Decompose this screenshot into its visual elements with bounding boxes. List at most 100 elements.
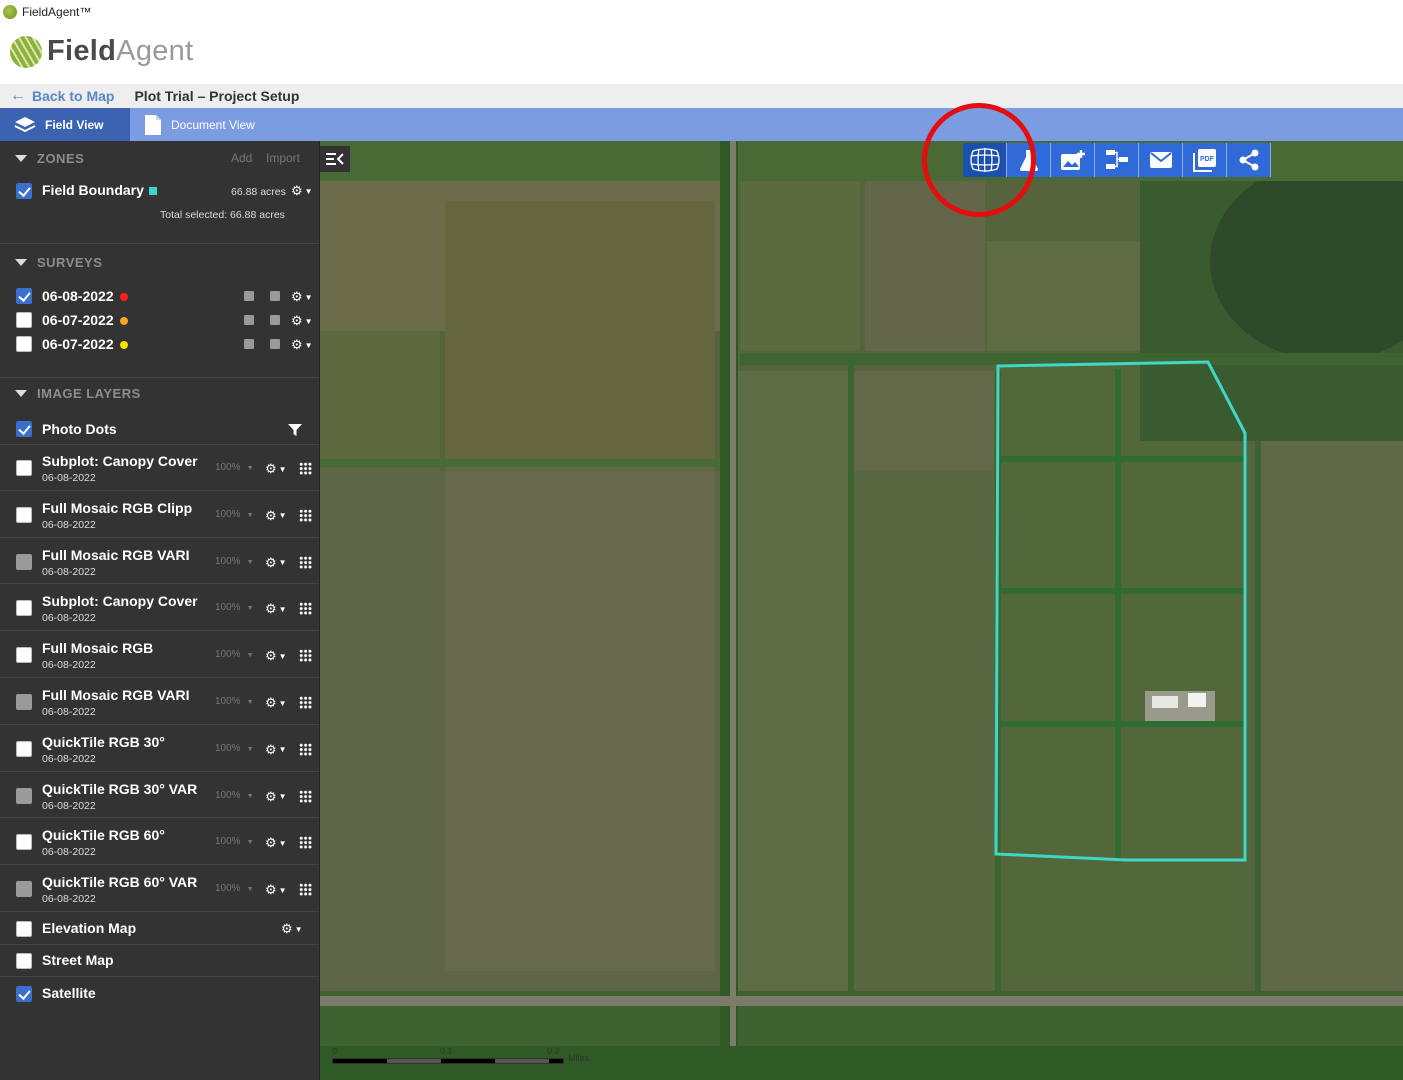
surveys-header[interactable]: SURVEYS [0, 247, 319, 277]
field-boundary-checkbox[interactable] [16, 183, 32, 199]
image-layer-checkbox[interactable] [16, 600, 32, 617]
image-layer-row[interactable]: QuickTile RGB 30° VAR 06-08-2022 100% ▼ ⚙ ▼ [0, 772, 319, 819]
grid-icon[interactable] [299, 836, 312, 850]
grid-icon[interactable] [299, 555, 312, 569]
image-layer-checkbox[interactable] [16, 506, 32, 523]
zone-settings-menu[interactable]: ⚙ ▼ [291, 183, 313, 199]
image-layer-checkbox[interactable] [16, 647, 32, 664]
opacity-value: 100% [215, 696, 241, 707]
gear-icon: ⚙ [281, 921, 293, 936]
survey-checkbox[interactable] [16, 336, 32, 352]
image-layer-label: QuickTile RGB 60° VAR [42, 874, 198, 891]
opacity-select[interactable]: 100% ▼ [215, 509, 254, 520]
layer-settings-menu[interactable]: ⚙ ▼ [265, 555, 287, 571]
grid-icon[interactable] [299, 649, 312, 663]
survey-settings-menu[interactable]: ⚙ ▼ [291, 289, 313, 305]
email-button[interactable] [1139, 143, 1183, 177]
opacity-select[interactable]: 100% ▼ [215, 602, 254, 613]
satellite-map[interactable]: 0 0.1 0.2 Miles [320, 141, 1403, 1080]
opacity-select[interactable]: 100% ▼ [215, 790, 254, 801]
tab-document-view[interactable]: Document View [130, 108, 270, 141]
survey-settings-menu[interactable]: ⚙ ▼ [291, 337, 313, 353]
zones-header[interactable]: ZONES Add Import [0, 143, 319, 173]
image-layer-row[interactable]: Full Mosaic RGB 06-08-2022 100% ▼ ⚙ ▼ [0, 631, 319, 678]
image-layer-label: QuickTile RGB 30° VAR [42, 780, 198, 797]
image-layer-row[interactable]: Subplot: Canopy Cover 06-08-2022 100% ▼ ⚙ ▼ [0, 584, 319, 632]
image-layer-row[interactable]: QuickTile RGB 30° 06-08-2022 100% ▼ ⚙ ▼ [0, 725, 319, 772]
grid-icon[interactable] [299, 508, 312, 522]
grid-icon[interactable] [299, 789, 312, 803]
image-layer-checkbox[interactable] [16, 553, 32, 570]
add-image-button[interactable] [1051, 143, 1095, 177]
opacity-select[interactable]: 100% ▼ [215, 883, 254, 894]
map-scale-bar: 0 0.1 0.2 Miles [332, 1046, 589, 1066]
opacity-select[interactable]: 100% ▼ [215, 836, 254, 847]
image-icon[interactable] [244, 339, 254, 349]
image-layer-label: Full Mosaic RGB [42, 640, 154, 657]
opacity-select[interactable]: 100% ▼ [215, 462, 254, 473]
edit-icon[interactable] [270, 291, 280, 301]
image-layer-label: QuickTile RGB 30° [42, 733, 165, 750]
image-icon[interactable] [244, 315, 254, 325]
edit-icon[interactable] [270, 339, 280, 349]
back-to-map-link[interactable]: ← Back to Map [10, 87, 114, 105]
opacity-select[interactable]: 100% ▼ [215, 556, 254, 567]
layer-settings-menu[interactable]: ⚙ ▼ [265, 789, 287, 805]
opacity-select[interactable]: 100% ▼ [215, 743, 254, 754]
image-icon[interactable] [244, 291, 254, 301]
image-layer-checkbox[interactable] [16, 694, 32, 710]
layer-settings-menu[interactable]: ⚙ ▼ [265, 601, 287, 617]
grid-icon[interactable] [299, 742, 312, 756]
layer-settings-menu[interactable]: ⚙ ▼ [265, 742, 287, 758]
caret-down-icon: ▼ [304, 340, 313, 350]
image-layer-row[interactable]: QuickTile RGB 60° VAR 06-08-2022 100% ▼ ⚙ ▼ [0, 865, 319, 912]
survey-checkbox[interactable] [16, 288, 32, 304]
back-to-map-label: Back to Map [32, 88, 115, 104]
opacity-select[interactable]: 100% ▼ [215, 649, 254, 660]
tab-field-view[interactable]: Field View [0, 108, 130, 141]
grid-icon[interactable] [299, 602, 312, 616]
image-layer-row[interactable]: QuickTile RGB 60° 06-08-2022 100% ▼ ⚙ ▼ [0, 818, 319, 866]
image-layer-date: 06-08-2022 [42, 472, 96, 484]
elevation-map-checkbox[interactable] [16, 921, 32, 937]
image-layer-row[interactable]: Full Mosaic RGB VARI 06-08-2022 100% ▼ ⚙ ▼ [0, 538, 319, 585]
survey-checkbox[interactable] [16, 312, 32, 328]
image-layer-row[interactable]: Subplot: Canopy Cover 06-08-2022 100% ▼ ⚙ ▼ [0, 444, 319, 491]
layer-settings-menu[interactable]: ⚙ ▼ [265, 695, 287, 711]
opacity-select[interactable]: 100% ▼ [215, 696, 254, 707]
image-layers-header[interactable]: IMAGE LAYERS [0, 378, 319, 408]
layer-settings-menu[interactable]: ⚙ ▼ [265, 835, 287, 851]
image-layer-checkbox[interactable] [16, 881, 32, 898]
image-layer-label: Full Mosaic RGB VARI [42, 546, 190, 563]
share-button[interactable] [1227, 143, 1271, 177]
image-layer-checkbox[interactable] [16, 787, 32, 804]
opacity-value: 100% [215, 742, 241, 754]
pdf-button[interactable]: PDF [1183, 143, 1227, 177]
collapse-sidebar-button[interactable] [320, 146, 350, 172]
image-layer-row[interactable]: Full Mosaic RGB VARI 06-08-2022 100% ▼ ⚙ ▼ [0, 678, 319, 725]
image-layer-checkbox[interactable] [16, 740, 32, 757]
image-layer-row[interactable]: Full Mosaic RGB Clipp 06-08-2022 100% ▼ ⚙ ▼ [0, 491, 319, 538]
satellite-checkbox[interactable] [16, 986, 32, 1002]
layer-settings-menu[interactable]: ⚙ ▼ [265, 508, 287, 524]
photo-dots-checkbox[interactable] [16, 421, 32, 437]
grid-icon[interactable] [299, 696, 312, 709]
edit-icon[interactable] [270, 315, 280, 325]
layer-settings-menu[interactable]: ⚙ ▼ [265, 648, 287, 664]
arrow-left-icon: ← [10, 87, 26, 104]
layer-settings-menu[interactable]: ⚙ ▼ [265, 882, 287, 898]
elevation-map-label: Elevation Map [42, 920, 137, 936]
caret-down-icon: ▼ [304, 316, 313, 326]
zones-import-button[interactable]: Import [266, 151, 300, 165]
survey-settings-menu[interactable]: ⚙ ▼ [291, 313, 313, 329]
filter-icon[interactable] [288, 423, 302, 442]
image-layer-checkbox[interactable] [16, 834, 32, 851]
street-map-checkbox[interactable] [16, 953, 32, 969]
layout-button[interactable] [1095, 143, 1139, 177]
image-layer-checkbox[interactable] [16, 460, 32, 476]
zones-add-button[interactable]: Add [231, 151, 252, 165]
layer-settings-menu[interactable]: ⚙ ▼ [265, 461, 287, 477]
grid-icon[interactable] [299, 462, 312, 475]
grid-icon[interactable] [299, 883, 312, 897]
elevation-settings-menu[interactable]: ⚙ ▼ [281, 921, 303, 937]
